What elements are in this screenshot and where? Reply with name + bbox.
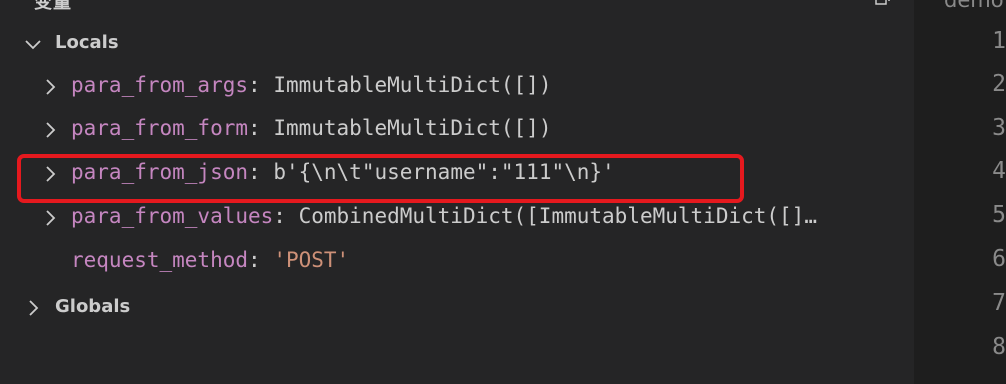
variable-entry: para_from_values: CombinedMultiDict([Imm… xyxy=(71,204,916,228)
scope-label-globals: Globals xyxy=(55,296,131,317)
variables-panel: 变量 Locals para_from_args: ImmutableMulti… xyxy=(0,0,914,384)
chevron-right-icon xyxy=(29,300,39,316)
variable-row[interactable]: para_from_json: b'{\n\t"username":"111"\… xyxy=(0,152,914,196)
variable-value: b'{\n\t"username":"111"\n}' xyxy=(273,160,615,184)
editor-pane: demo 1 2 3 4 5 6 7 8 xyxy=(914,0,1006,384)
scope-globals[interactable]: Globals xyxy=(0,286,914,330)
variable-value: CombinedMultiDict([ImmutableMultiDict([]… xyxy=(298,204,817,228)
panel-title: 变量 xyxy=(34,0,72,13)
separator: : xyxy=(273,204,299,228)
line-number: 1 xyxy=(992,28,1006,54)
variables-panel-header[interactable]: 变量 xyxy=(0,0,914,14)
debug-window: 变量 Locals para_from_args: ImmutableMulti… xyxy=(0,0,1006,384)
separator: : xyxy=(248,248,274,272)
scope-label-locals: Locals xyxy=(55,32,119,53)
separator: : xyxy=(248,116,274,140)
scope-locals[interactable]: Locals xyxy=(0,22,914,66)
variable-value: ImmutableMultiDict([]) xyxy=(273,116,552,140)
variable-entry: para_from_json: b'{\n\t"username":"111"\… xyxy=(71,160,916,184)
chevron-down-icon xyxy=(25,40,41,50)
line-number: 7 xyxy=(992,290,1006,316)
variable-value: ImmutableMultiDict([]) xyxy=(273,73,552,97)
variable-entry: para_from_args: ImmutableMultiDict([]) xyxy=(71,73,916,97)
line-number: 5 xyxy=(992,202,1006,228)
variable-name: para_from_values xyxy=(71,204,274,228)
chevron-right-icon[interactable] xyxy=(41,165,59,183)
variable-row[interactable]: para_from_args: ImmutableMultiDict([]) xyxy=(0,65,914,109)
separator: : xyxy=(248,73,274,97)
variable-row[interactable]: para_from_values: CombinedMultiDict([Imm… xyxy=(0,196,914,240)
variable-name: para_from_json xyxy=(71,160,249,184)
editor-tab[interactable]: demo xyxy=(944,0,1004,12)
variable-row[interactable]: para_from_form: ImmutableMultiDict([]) xyxy=(0,108,914,152)
variable-name: para_from_args xyxy=(71,73,249,97)
line-number: 6 xyxy=(992,246,1006,272)
variable-name: request_method xyxy=(71,248,249,272)
variable-entry: request_method: 'POST' xyxy=(71,248,916,272)
chevron-right-icon[interactable] xyxy=(41,78,59,96)
line-number: 8 xyxy=(992,334,1006,360)
variable-value: 'POST' xyxy=(273,248,350,272)
separator: : xyxy=(248,160,274,184)
collapse-all-icon[interactable] xyxy=(872,0,892,8)
variable-name: para_from_form xyxy=(71,116,249,140)
variable-row[interactable]: request_method: 'POST' xyxy=(0,240,914,284)
variable-entry: para_from_form: ImmutableMultiDict([]) xyxy=(71,116,916,140)
line-number: 4 xyxy=(992,158,1006,184)
chevron-right-icon[interactable] xyxy=(41,209,59,227)
chevron-down-icon xyxy=(10,0,12,1)
chevron-right-icon[interactable] xyxy=(41,121,59,139)
line-number: 3 xyxy=(992,115,1006,141)
line-number: 2 xyxy=(992,71,1006,97)
